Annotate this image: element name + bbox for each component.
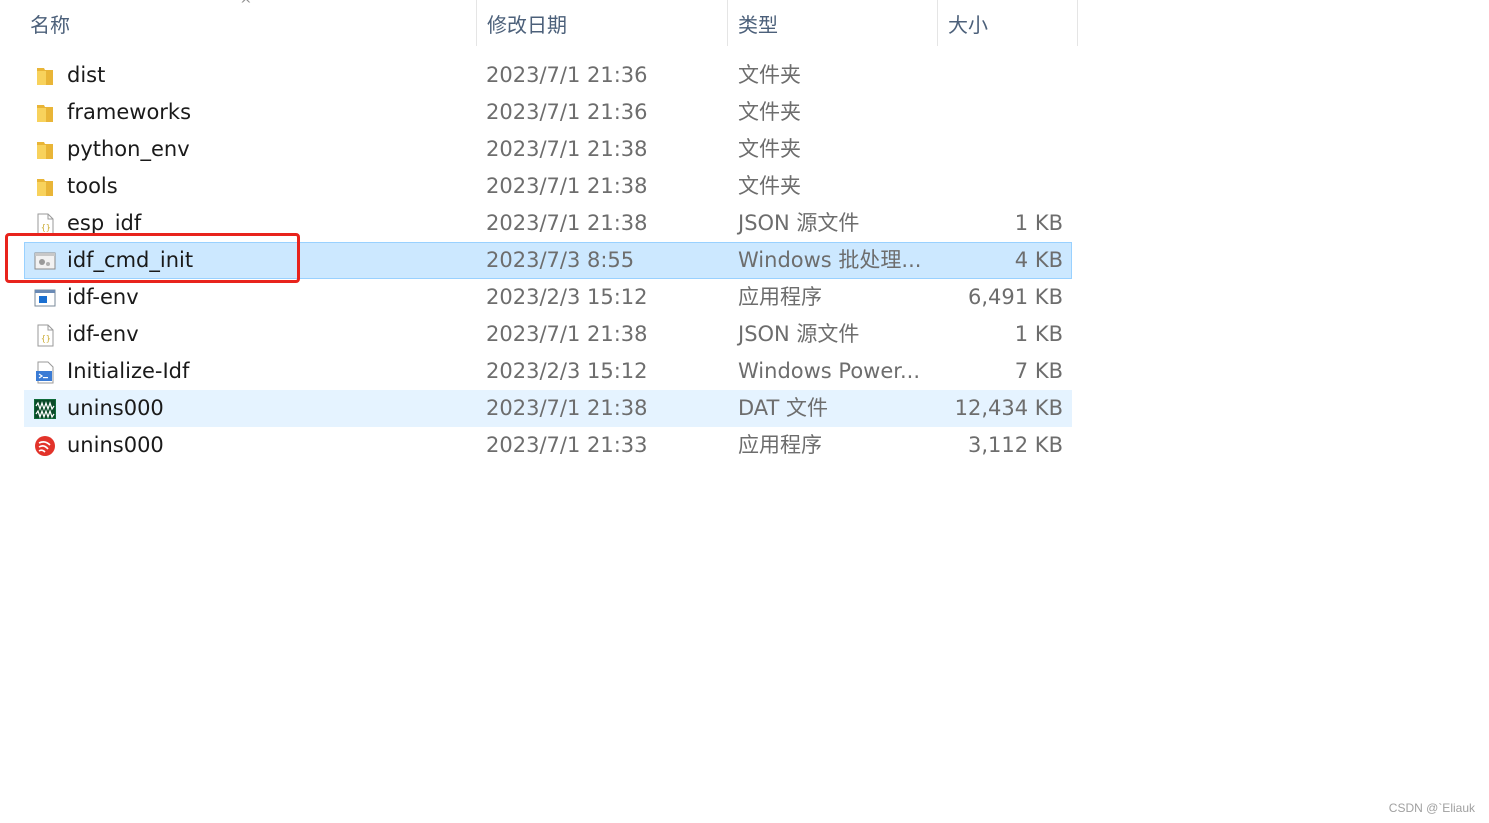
folder-icon: [33, 175, 57, 199]
file-size: 1 KB: [1014, 322, 1063, 346]
file-row[interactable]: Initialize-Idf 2023/2/3 15:12 Windows Po…: [24, 353, 1072, 390]
file-name: unins000: [67, 396, 164, 420]
file-row[interactable]: tools 2023/7/1 21:38 文件夹: [24, 168, 1072, 205]
espressif-app-icon: [33, 434, 57, 458]
file-name: Initialize-Idf: [67, 359, 190, 383]
column-header-size[interactable]: 大小: [937, 0, 1078, 46]
watermark: CSDN @`Eliauk: [1388, 801, 1475, 815]
file-row[interactable]: python_env 2023/7/1 21:38 文件夹: [24, 131, 1072, 168]
column-header-date-label: 修改日期: [487, 12, 567, 37]
file-name: idf-env: [67, 285, 139, 309]
file-date: 2023/7/1 21:38: [486, 174, 648, 198]
highlight-annotation-box: [5, 233, 300, 283]
file-row[interactable]: unins000 2023/7/1 21:33 应用程序 3,112 KB: [24, 427, 1072, 464]
file-name: frameworks: [67, 100, 192, 124]
file-name: python_env: [67, 137, 190, 161]
json-file-icon: {}: [33, 323, 57, 347]
folder-icon: [33, 138, 57, 162]
file-type: DAT 文件: [738, 396, 829, 420]
file-type: 文件夹: [738, 137, 801, 161]
column-header-size-label: 大小: [948, 12, 988, 37]
file-date: 2023/7/3 8:55: [486, 248, 635, 272]
file-size: 3,112 KB: [968, 433, 1063, 457]
column-header-type[interactable]: 类型: [727, 0, 937, 46]
svg-text:{}: {}: [41, 223, 51, 232]
column-header-name-label: 名称: [30, 12, 70, 37]
file-explorer: 名称 ^ 修改日期 类型 大小 dist 2023/7/1 21:36 文件夹: [0, 0, 1489, 823]
file-type: 文件夹: [738, 63, 801, 87]
sort-ascending-icon: ^: [240, 0, 252, 13]
file-name: unins000: [67, 433, 164, 457]
file-row[interactable]: {} idf-env 2023/7/1 21:38 JSON 源文件 1 KB: [24, 316, 1072, 353]
file-type: Windows 批处理...: [738, 248, 922, 272]
file-name: tools: [67, 174, 118, 198]
file-date: 2023/7/1 21:38: [486, 322, 648, 346]
file-type: 文件夹: [738, 100, 801, 124]
file-type: Windows Power...: [738, 359, 921, 383]
file-size: 1 KB: [1014, 211, 1063, 235]
file-row[interactable]: frameworks 2023/7/1 21:36 文件夹: [24, 94, 1072, 131]
file-type: JSON 源文件: [738, 322, 860, 346]
dat-file-icon: [33, 397, 57, 421]
file-date: 2023/7/1 21:38: [486, 396, 648, 420]
file-date: 2023/2/3 15:12: [486, 285, 648, 309]
file-row[interactable]: dist 2023/7/1 21:36 文件夹: [24, 57, 1072, 94]
file-size: 6,491 KB: [968, 285, 1063, 309]
file-date: 2023/7/1 21:38: [486, 211, 648, 235]
file-date: 2023/2/3 15:12: [486, 359, 648, 383]
file-type: JSON 源文件: [738, 211, 860, 235]
column-header: 名称 ^ 修改日期 类型 大小: [0, 0, 1078, 46]
file-date: 2023/7/1 21:38: [486, 137, 648, 161]
file-name: dist: [67, 63, 106, 87]
file-date: 2023/7/1 21:33: [486, 433, 648, 457]
powershell-script-icon: [33, 360, 57, 384]
file-size: 4 KB: [1014, 248, 1063, 272]
file-row[interactable]: idf-env 2023/2/3 15:12 应用程序 6,491 KB: [24, 279, 1072, 316]
application-icon: [33, 286, 57, 310]
column-header-type-label: 类型: [738, 12, 778, 37]
svg-text:{}: {}: [41, 334, 51, 343]
folder-icon: [33, 101, 57, 125]
file-size: 12,434 KB: [954, 396, 1063, 420]
file-type: 文件夹: [738, 174, 801, 198]
file-name: idf-env: [67, 322, 139, 346]
folder-icon: [33, 64, 57, 88]
column-header-date[interactable]: 修改日期: [476, 0, 727, 46]
file-type: 应用程序: [738, 285, 822, 309]
file-date: 2023/7/1 21:36: [486, 100, 648, 124]
file-type: 应用程序: [738, 433, 822, 457]
file-date: 2023/7/1 21:36: [486, 63, 648, 87]
file-row-hover[interactable]: unins000 2023/7/1 21:38 DAT 文件 12,434 KB: [24, 390, 1072, 427]
file-size: 7 KB: [1014, 359, 1063, 383]
